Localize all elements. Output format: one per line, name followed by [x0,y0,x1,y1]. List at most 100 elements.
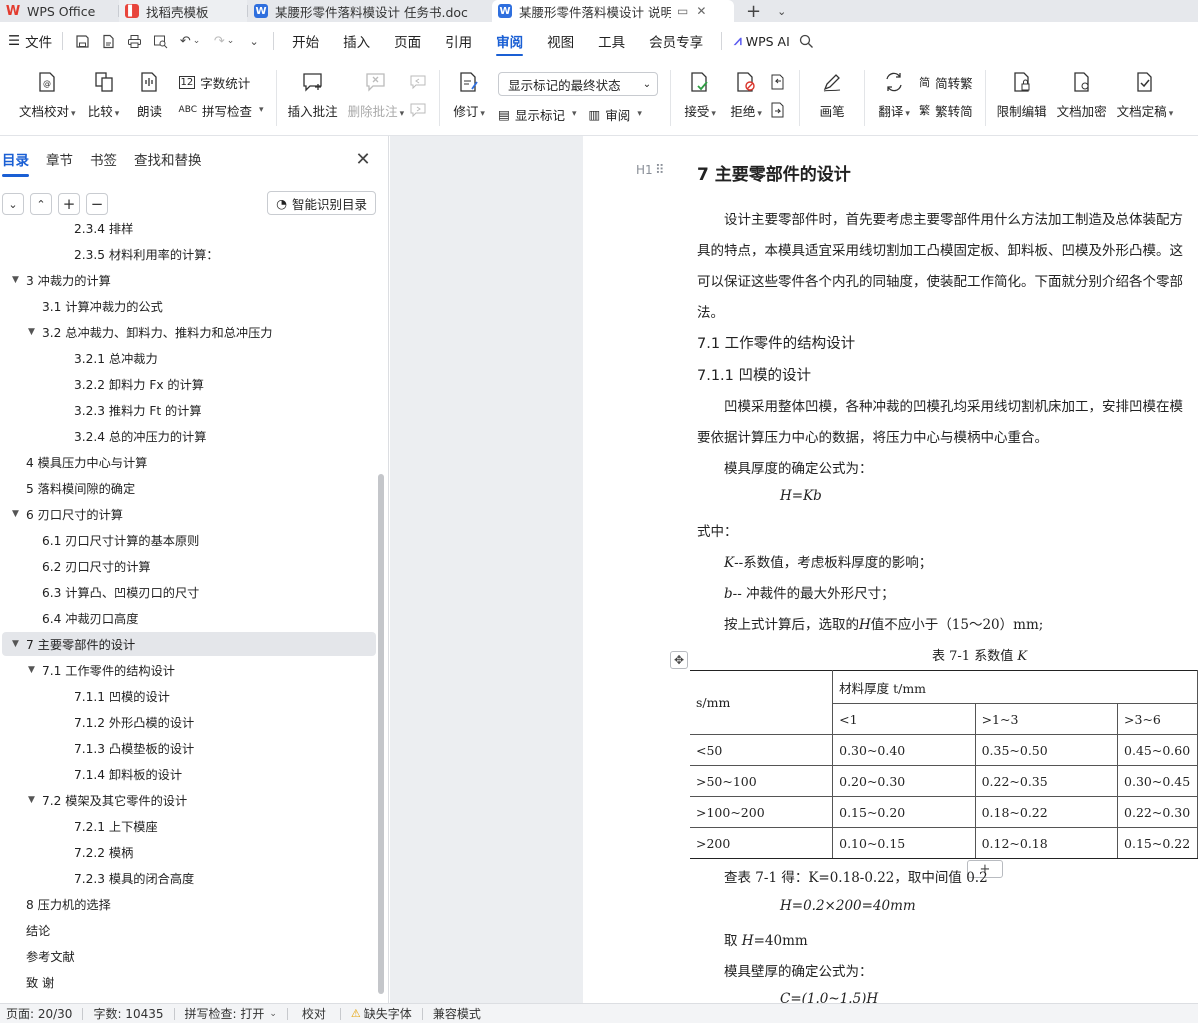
toc-item[interactable]: 5 落料模间隙的确定 [0,476,135,500]
definition-b[interactable]: b-- 冲裁件的最大外形尺寸； [724,582,895,602]
wps-ai-button[interactable]: ⩘ WPS AI [728,22,794,60]
markup-display-select[interactable]: 显示标记的最终状态 ⌄ [498,72,659,96]
paragraph-line[interactable]: 法。 [697,301,724,321]
table-cell[interactable]: 0.45~0.60 [1117,734,1198,766]
track-changes-button[interactable]: 修订 ▾ [446,70,492,120]
heading-marker[interactable]: H1 [636,163,653,177]
toc-item[interactable]: 7.1.1 凹模的设计 [0,684,170,708]
table-cell[interactable]: >50~100 [690,765,834,797]
search-icon[interactable] [794,22,820,60]
expand-arrow-icon[interactable]: ▼ [12,275,26,285]
more-quick-icon[interactable]: ⌄ [241,22,267,60]
toc-item[interactable]: 致 谢 [0,970,54,994]
close-tab-icon[interactable]: ✕ [696,4,706,18]
compare-button[interactable]: 比较 ▾ [81,70,127,120]
pen-button[interactable]: 画笔 [806,70,858,120]
table-cell[interactable]: >100~200 [690,796,834,828]
tab-toc[interactable]: 目录 [2,136,29,182]
heading-7-1-1[interactable]: 7.1.1 凹模的设计 [697,364,811,385]
toc-item[interactable]: ▼ 7.2 模架及其它零件的设计 [0,788,187,812]
close-icon[interactable]: ✕ [353,149,373,170]
review-pane-button[interactable]: ▥ 审阅 ▾ [588,104,641,124]
toc-item[interactable]: 7.1.2 外形凸模的设计 [0,710,194,734]
formula-line[interactable]: H=Kb [780,488,822,504]
toc-item[interactable]: 7.2.2 模柄 [0,840,133,864]
toc-item[interactable]: 7.1.3 凸模垫板的设计 [0,736,194,760]
expand-arrow-icon[interactable]: ▼ [28,795,42,805]
menu-home[interactable]: 开始 [280,22,331,60]
smart-toc-button[interactable]: ◔ 智能识别目录 [267,191,376,215]
toc-item[interactable]: ▼ 3 冲裁力的计算 [0,268,111,292]
table-cell[interactable]: 0.30~0.45 [1117,765,1198,797]
toc-item[interactable]: ▼ 6 刃口尺寸的计算 [0,502,123,526]
table-cell[interactable]: 0.22~0.35 [974,765,1119,797]
add-level-icon[interactable]: + [58,193,80,215]
table-cell[interactable]: 0.22~0.30 [1117,796,1198,828]
menu-view[interactable]: 视图 [535,22,586,60]
definition-k[interactable]: K--系数值，考虑板料厚度的影响； [724,551,932,571]
prev-change-icon[interactable] [769,72,787,92]
table-cell[interactable]: 0.10~0.15 [832,827,976,859]
toc-item[interactable]: 3.2.1 总冲裁力 [0,346,158,370]
save-icon[interactable] [69,22,95,60]
toc-item[interactable]: 6.3 计算凸、凹模刃口的尺寸 [0,580,199,604]
paragraph-line[interactable]: 模具厚度的确定公式为： [724,457,873,477]
remove-level-icon[interactable]: − [86,193,108,215]
tab-find-replace[interactable]: 查找和替换 [134,136,202,182]
table-cell[interactable]: 0.12~0.18 [974,827,1119,859]
paragraph-line[interactable]: 具的特点，本模具适宜采用线切割加工凸模固定板、卸料板、凹模及外形凸模。这 [697,239,1183,259]
trad-to-simp-button[interactable]: 繁 繁转简 [919,100,973,120]
translate-button[interactable]: 翻译 ▾ [871,70,917,120]
paragraph-line[interactable]: 凹模采用整体凹模，各种冲裁的凹模孔均采用线切割机床加工，安排凹模在模 [724,395,1183,415]
toc-item[interactable]: 6.4 冲裁刃口高度 [0,606,138,630]
paragraph-line[interactable]: 按上式计算后，选取的H值不应小于（15～20）mm; [724,613,1043,633]
table-header-cell[interactable]: <1 [832,703,976,735]
table-cell[interactable]: 0.15~0.20 [832,796,976,828]
chevron-down-icon[interactable]: ⌄ [773,0,790,22]
tab-manual-doc[interactable]: W 某腰形零件落料模设计 说明书 ▭ ✕ [492,0,734,22]
paragraph-line[interactable]: 要依据计算压力中心的数据，将压力中心与模柄中心重合。 [697,426,1048,446]
file-menu[interactable]: ☰ 文件 [0,22,56,60]
toc-scrollbar[interactable] [378,474,384,994]
heading-7-1[interactable]: 7.1 工作零件的结构设计 [697,332,855,353]
toc-item[interactable]: 8 压力机的选择 [0,892,111,916]
expand-arrow-icon[interactable]: ▼ [28,665,42,675]
collapse-up-icon[interactable]: ⌃ [30,193,52,215]
redo-icon[interactable]: ↷ ⌄ [207,22,241,60]
word-count-button[interactable]: 12 字数统计 [178,72,264,92]
toc-item[interactable]: 2.3.4 排样 [0,222,133,240]
heading-7[interactable]: 7 主要零部件的设计 [697,160,851,185]
table-cell[interactable]: >200 [690,827,834,859]
expand-arrow-icon[interactable]: ▼ [28,327,42,337]
table-cell[interactable]: 0.15~0.22 [1117,827,1198,859]
spell-check-status[interactable]: 拼写检查: 打开 ⌄ [175,1005,287,1022]
reject-button[interactable]: 拒绝 ▾ [723,70,769,120]
table-header-cell[interactable]: >1~3 [974,703,1119,735]
paragraph-line[interactable]: 可以保证这些零件各个内孔的同轴度，使装配工作简化。下面就分别介绍各个零部 [697,270,1183,290]
prev-comment-icon[interactable] [409,72,427,92]
formula-line[interactable]: H=0.2×200=40mm [780,898,916,914]
expand-arrow-icon[interactable]: ▼ [12,639,26,649]
table-header-cell[interactable]: 材料厚度 t/mm [832,670,1198,704]
new-tab-button[interactable]: + [734,0,773,22]
read-aloud-button[interactable]: 朗读 [127,70,173,120]
table-cell[interactable]: <50 [690,734,834,766]
show-markup-button[interactable]: ▤ 显示标记 ▾ [498,104,576,124]
proofread-status[interactable]: 校对 [288,1005,340,1022]
toc-item[interactable]: 6.2 刃口尺寸的计算 [0,554,151,578]
toc-item[interactable]: 7.1.4 卸料板的设计 [0,762,182,786]
spell-check-button[interactable]: ABC 拼写检查 ▾ [179,100,264,120]
doc-check-button[interactable]: @ 文档校对 ▾ [14,70,81,120]
table-header-cell[interactable]: s/mm [690,670,834,735]
menu-reference[interactable]: 引用 [433,22,484,60]
next-change-icon[interactable] [769,100,787,120]
toc-item[interactable]: 3.2.3 推料力 Ft 的计算 [0,398,202,422]
page-indicator[interactable]: 页面: 20/30 [0,1005,82,1022]
word-count-status[interactable]: 字数: 10435 [83,1005,173,1022]
export-pdf-icon[interactable] [95,22,121,60]
toc-item[interactable]: 7.2.1 上下模座 [0,814,158,838]
paragraph-line[interactable]: 查表 7-1 得：K=0.18-0.22，取中间值 0.2 [724,866,988,886]
table-cell[interactable]: 0.18~0.22 [974,796,1119,828]
menu-review[interactable]: 审阅 [484,22,535,60]
table-header-cell[interactable]: >3~6 [1117,703,1198,735]
